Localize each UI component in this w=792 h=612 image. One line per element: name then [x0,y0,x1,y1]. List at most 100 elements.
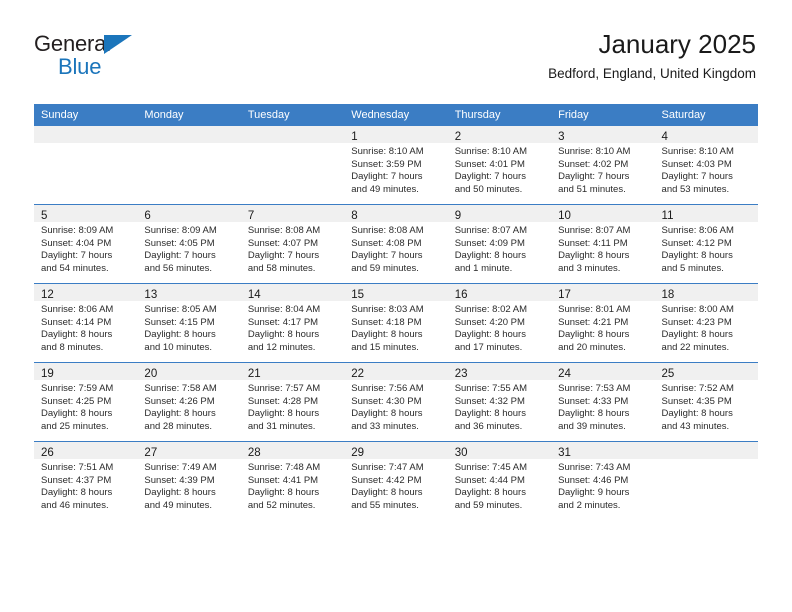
day-number: 25 [661,368,675,380]
day-sun-info: Sunrise: 8:05 AM Sunset: 4:15 PM Daylight:… [137,301,240,354]
calendar-cell-day[interactable]: 5 Sunrise: 8:09 AM Sunset: 4:04 PM Daylight… [34,204,138,284]
daylight-text-line1: Daylight: 8 hours [558,408,630,420]
day-number: 6 [144,210,151,222]
calendar-cell-day[interactable]: 14 Sunrise: 8:04 AM Sunset: 4:17 PM Dayligh… [240,283,345,363]
calendar-cell-day[interactable]: 13 Sunrise: 8:05 AM Sunset: 4:15 PM Dayligh… [137,283,241,363]
sunrise-text: Sunrise: 7:52 AM [661,383,734,394]
calendar-cell-day[interactable]: 7 Sunrise: 8:08 AM Sunset: 4:07 PM Daylight… [240,204,345,284]
day-number-band [137,126,241,143]
sunset-text: Sunset: 3:59 PM [351,158,422,170]
daylight-text-line1: Daylight: 8 hours [454,329,526,341]
calendar-cell-empty [240,126,345,205]
sunrise-text: Sunrise: 7:47 AM [351,462,424,473]
day-sun-info: Sunrise: 7:45 AM Sunset: 4:44 PM Daylight:… [448,459,551,512]
calendar-week-row: 1 Sunrise: 8:10 AM Sunset: 3:59 PM Daylight… [34,126,758,205]
day-cell: 10 Sunrise: 8:07 AM Sunset: 4:11 PM Dayligh… [551,205,655,283]
calendar-cell-day[interactable]: 28 Sunrise: 7:48 AM Sunset: 4:41 PM Dayligh… [240,441,345,520]
day-number: 27 [144,447,158,459]
logo-text-blue: Blue [58,54,102,79]
calendar-cell-day[interactable]: 6 Sunrise: 8:09 AM Sunset: 4:05 PM Daylight… [137,204,241,284]
sunset-text: Sunset: 4:15 PM [144,316,215,328]
day-cell: 23 Sunrise: 7:55 AM Sunset: 4:32 PM Dayligh… [447,363,552,441]
calendar-cell-day[interactable]: 27 Sunrise: 7:49 AM Sunset: 4:39 PM Dayligh… [137,441,241,520]
day-cell: 13 Sunrise: 8:05 AM Sunset: 4:15 PM Dayligh… [137,284,241,362]
calendar-week-row: 5 Sunrise: 8:09 AM Sunset: 4:04 PM Daylight… [34,204,758,284]
sunset-text: Sunset: 4:14 PM [41,316,112,328]
calendar-cell-day[interactable]: 11 Sunrise: 8:06 AM Sunset: 4:12 PM Dayligh… [654,204,758,284]
day-number-band [34,126,138,143]
day-cell: 25 Sunrise: 7:52 AM Sunset: 4:35 PM Dayligh… [654,363,758,441]
calendar-cell-day[interactable]: 22 Sunrise: 7:56 AM Sunset: 4:30 PM Dayligh… [344,362,448,442]
day-number: 12 [41,289,54,301]
day-number: 30 [454,447,468,459]
daylight-text-line1: Daylight: 7 hours [351,171,423,183]
day-cell: 31 Sunrise: 7:43 AM Sunset: 4:46 PM Dayligh… [551,442,655,520]
daylight-text-line2: and 36 minutes. [454,420,523,432]
day-number-band: 29 [344,442,448,459]
calendar-page: General Blue January 2025 Bedford, Engla… [0,0,792,612]
calendar-cell-day[interactable]: 23 Sunrise: 7:55 AM Sunset: 4:32 PM Dayligh… [447,362,552,442]
daylight-text-line1: Daylight: 8 hours [558,329,630,341]
day-number: 24 [558,368,571,380]
calendar-cell-day[interactable]: 4 Sunrise: 8:10 AM Sunset: 4:03 PM Daylight… [654,126,758,205]
sunrise-text: Sunrise: 7:58 AM [144,383,217,394]
daylight-text-line1: Daylight: 8 hours [454,250,526,262]
daylight-text-line1: Daylight: 7 hours [41,250,113,262]
day-cell: 11 Sunrise: 8:06 AM Sunset: 4:12 PM Dayligh… [654,205,758,283]
calendar-cell-day[interactable]: 15 Sunrise: 8:03 AM Sunset: 4:18 PM Dayligh… [344,283,448,363]
calendar-cell-day[interactable]: 17 Sunrise: 8:01 AM Sunset: 4:21 PM Dayligh… [551,283,655,363]
calendar-cell-day[interactable]: 18 Sunrise: 8:00 AM Sunset: 4:23 PM Dayligh… [654,283,758,363]
daylight-text-line2: and 12 minutes. [247,341,316,353]
calendar-cell-day[interactable]: 30 Sunrise: 7:45 AM Sunset: 4:44 PM Dayligh… [447,441,552,520]
day-number-band: 7 [240,205,345,222]
calendar-cell-day[interactable]: 19 Sunrise: 7:59 AM Sunset: 4:25 PM Dayligh… [34,362,138,442]
day-sun-info: Sunrise: 7:57 AM Sunset: 4:28 PM Daylight:… [241,380,344,433]
day-cell: 14 Sunrise: 8:04 AM Sunset: 4:17 PM Dayligh… [240,284,345,362]
sunset-text: Sunset: 4:03 PM [661,158,732,170]
daylight-text-line1: Daylight: 8 hours [247,408,320,420]
sunset-text: Sunset: 4:09 PM [454,237,525,249]
day-number: 5 [41,210,48,222]
day-cell: 3 Sunrise: 8:10 AM Sunset: 4:02 PM Daylight… [551,126,655,204]
sunrise-text: Sunrise: 8:09 AM [41,225,114,236]
sunset-text: Sunset: 4:21 PM [558,316,629,328]
calendar-cell-day[interactable]: 12 Sunrise: 8:06 AM Sunset: 4:14 PM Dayligh… [34,283,138,363]
calendar-cell-day[interactable]: 21 Sunrise: 7:57 AM Sunset: 4:28 PM Dayligh… [240,362,345,442]
daylight-text-line2: and 56 minutes. [144,262,213,274]
sunset-text: Sunset: 4:05 PM [144,237,215,249]
calendar-cell-day[interactable]: 10 Sunrise: 8:07 AM Sunset: 4:11 PM Dayligh… [551,204,655,284]
day-cell: 1 Sunrise: 8:10 AM Sunset: 3:59 PM Daylight… [344,126,448,204]
calendar-cell-day[interactable]: 24 Sunrise: 7:53 AM Sunset: 4:33 PM Dayligh… [551,362,655,442]
calendar-cell-day[interactable]: 8 Sunrise: 8:08 AM Sunset: 4:08 PM Daylight… [344,204,448,284]
daylight-text-line2: and 8 minutes. [41,341,104,353]
day-sun-info: Sunrise: 7:43 AM Sunset: 4:46 PM Daylight:… [551,459,654,512]
calendar-cell-day[interactable]: 3 Sunrise: 8:10 AM Sunset: 4:02 PM Daylight… [551,126,655,205]
day-number-band: 15 [344,284,448,301]
daylight-text-line2: and 2 minutes. [558,499,621,511]
calendar-cell-day[interactable]: 2 Sunrise: 8:10 AM Sunset: 4:01 PM Daylight… [447,126,552,205]
sunset-text: Sunset: 4:46 PM [558,474,629,486]
calendar-cell-day[interactable]: 16 Sunrise: 8:02 AM Sunset: 4:20 PM Dayligh… [447,283,552,363]
page-subtitle: Bedford, England, United Kingdom [548,66,756,81]
day-number-band: 12 [34,284,138,301]
calendar-cell-day[interactable]: 31 Sunrise: 7:43 AM Sunset: 4:46 PM Dayligh… [551,441,655,520]
sunset-text: Sunset: 4:35 PM [661,395,732,407]
sunrise-text: Sunrise: 8:08 AM [351,225,424,236]
calendar-cell-day[interactable]: 26 Sunrise: 7:51 AM Sunset: 4:37 PM Dayligh… [34,441,138,520]
daylight-text-line1: Daylight: 9 hours [558,487,630,499]
calendar-cell-day[interactable]: 20 Sunrise: 7:58 AM Sunset: 4:26 PM Dayligh… [137,362,241,442]
calendar-cell-day[interactable]: 29 Sunrise: 7:47 AM Sunset: 4:42 PM Dayligh… [344,441,448,520]
logo-text-general: General [34,31,111,56]
title-block: January 2025 Bedford, England, United Ki… [548,28,756,84]
calendar-cell-day[interactable]: 25 Sunrise: 7:52 AM Sunset: 4:35 PM Dayligh… [654,362,758,442]
calendar-cell-day[interactable]: 1 Sunrise: 8:10 AM Sunset: 3:59 PM Daylight… [344,126,448,205]
calendar-cell-day[interactable]: 9 Sunrise: 8:07 AM Sunset: 4:09 PM Daylight… [447,204,552,284]
day-cell: 18 Sunrise: 8:00 AM Sunset: 4:23 PM Dayligh… [654,284,758,362]
daylight-text-line1: Daylight: 7 hours [351,250,423,262]
daylight-text-line2: and 52 minutes. [247,499,316,511]
day-number: 8 [351,210,358,222]
day-sun-info: Sunrise: 7:48 AM Sunset: 4:41 PM Daylight:… [241,459,344,512]
sunset-text: Sunset: 4:23 PM [661,316,732,328]
sunrise-text: Sunrise: 7:56 AM [351,383,424,394]
daylight-text-line1: Daylight: 8 hours [41,329,113,341]
